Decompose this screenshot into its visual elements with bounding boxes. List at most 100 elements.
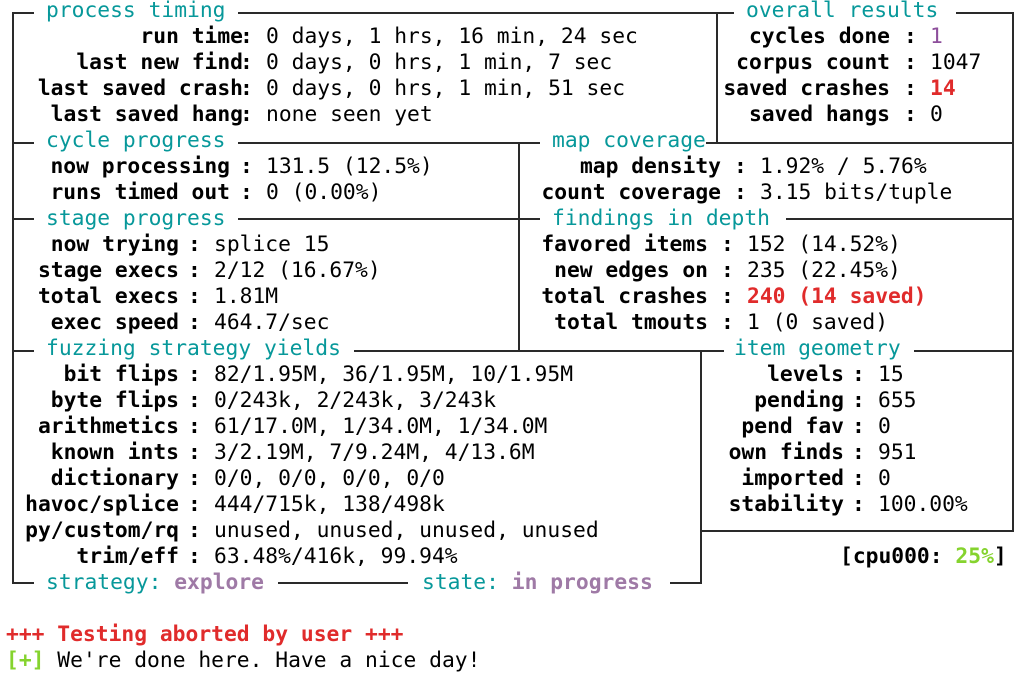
total-execs-value: 1.81M <box>214 284 279 309</box>
pend-fav-value: 0 <box>878 414 891 439</box>
separator: : <box>240 180 253 205</box>
separator: : <box>852 414 865 439</box>
pend-fav-label: pend fav <box>741 414 844 439</box>
border-line <box>12 350 34 352</box>
separator: : <box>904 102 917 127</box>
cycle-progress-title: cycle progress <box>46 128 226 153</box>
levels-label: levels <box>767 362 844 387</box>
stability-label: stability <box>728 492 844 517</box>
stage-execs-label: stage execs <box>37 258 179 283</box>
separator: : <box>188 258 201 283</box>
saved-crashes-value: 14 <box>930 76 956 101</box>
separator: : <box>240 102 253 127</box>
separator: : <box>852 388 865 413</box>
run-time-value: 0 days, 1 hrs, 16 min, 24 sec <box>266 24 638 49</box>
strategy-status: strategy: explore <box>46 570 264 595</box>
state-status: state: in progress <box>422 570 653 595</box>
last-saved-crash-label: last saved crash <box>37 76 243 101</box>
py-custom-rq-label: py/custom/rq <box>25 518 179 543</box>
saved-hangs-value: 0 <box>930 102 943 127</box>
runs-timed-out-value: 0 (0.00%) <box>266 180 382 205</box>
cycles-done-value: 1 <box>930 24 943 49</box>
saved-hangs-label: saved hangs <box>748 102 890 127</box>
done-message: [+] We're done here. Have a nice day! <box>6 648 480 674</box>
separator: : <box>734 180 747 205</box>
separator: : <box>852 440 865 465</box>
border-line <box>238 12 734 14</box>
border-line <box>12 582 34 584</box>
separator: : <box>188 440 201 465</box>
border-line <box>914 350 1014 352</box>
separator: : <box>240 50 253 75</box>
aborted-message: +++ Testing aborted by user +++ <box>6 622 404 647</box>
separator: : <box>240 76 253 101</box>
count-coverage-value: 3.15 bits/tuple <box>760 180 953 205</box>
border-line <box>12 142 34 144</box>
border-line <box>1012 350 1014 532</box>
border-line <box>354 350 724 352</box>
favored-items-value: 152 (14.52%) <box>747 232 901 257</box>
map-density-value: 1.92% / 5.76% <box>760 154 927 179</box>
pending-value: 655 <box>878 388 917 413</box>
separator: : <box>734 154 747 179</box>
border-line <box>700 350 702 584</box>
bit-flips-value: 82/1.95M, 36/1.95M, 10/1.95M <box>214 362 574 387</box>
separator: : <box>721 284 734 309</box>
separator: : <box>852 362 865 387</box>
item-geometry-title: item geometry <box>734 336 901 361</box>
border-line <box>12 12 34 14</box>
border-line <box>670 582 702 584</box>
total-tmouts-label: total tmouts <box>554 310 708 335</box>
map-coverage-title: map coverage <box>552 128 706 153</box>
py-custom-rq-value: unused, unused, unused, unused <box>214 518 599 543</box>
border-line <box>518 142 520 350</box>
bit-flips-label: bit flips <box>63 362 179 387</box>
border-line <box>278 582 408 584</box>
cpu-indicator: [cpu000: 25%] <box>840 544 1007 569</box>
corpus-count-label: corpus count <box>736 50 890 75</box>
state-value: in progress <box>511 570 653 595</box>
byte-flips-label: byte flips <box>50 388 179 413</box>
new-edges-on-label: new edges on <box>554 258 708 283</box>
stage-execs-value: 2/12 (16.67%) <box>214 258 381 283</box>
last-saved-hang-value: none seen yet <box>266 102 433 127</box>
total-crashes-label: total crashes <box>541 284 708 309</box>
last-new-find-label: last new find <box>76 50 243 75</box>
separator: : <box>721 232 734 257</box>
border-line <box>956 12 1012 14</box>
now-processing-label: now processing <box>50 154 230 179</box>
corpus-count-value: 1047 <box>930 50 982 75</box>
separator: : <box>852 466 865 491</box>
fuzzing-strategy-yields-title: fuzzing strategy yields <box>46 336 341 361</box>
stage-progress-title: stage progress <box>46 206 226 231</box>
favored-items-label: favored items <box>541 232 708 257</box>
arithmetics-label: arithmetics <box>37 414 179 439</box>
runs-timed-out-label: runs timed out <box>50 180 230 205</box>
separator: : <box>188 232 201 257</box>
cycles-done-label: cycles done <box>748 24 890 49</box>
separator: : <box>240 154 253 179</box>
separator: : <box>188 518 201 543</box>
exec-speed-value: 464.7/sec <box>214 310 330 335</box>
separator: : <box>904 24 917 49</box>
border-line <box>12 218 34 220</box>
separator: : <box>188 544 201 569</box>
dictionary-label: dictionary <box>50 466 179 491</box>
total-tmouts-value: 1 (0 saved) <box>747 310 889 335</box>
border-line <box>238 218 540 220</box>
exec-speed-label: exec speed <box>50 310 179 335</box>
byte-flips-value: 0/243k, 2/243k, 3/243k <box>214 388 497 413</box>
separator: : <box>240 24 253 49</box>
border-line <box>786 218 1014 220</box>
border-line <box>238 142 540 144</box>
stability-value: 100.00% <box>878 492 968 517</box>
now-trying-value: splice 15 <box>214 232 330 257</box>
own-finds-value: 951 <box>878 440 917 465</box>
now-trying-label: now trying <box>50 232 179 257</box>
known-ints-value: 3/2.19M, 7/9.24M, 4/13.6M <box>214 440 535 465</box>
levels-value: 15 <box>878 362 904 387</box>
separator: : <box>188 492 201 517</box>
total-crashes-value: 240 (14 saved) <box>747 284 927 309</box>
border-line <box>716 12 718 142</box>
imported-value: 0 <box>878 466 891 491</box>
